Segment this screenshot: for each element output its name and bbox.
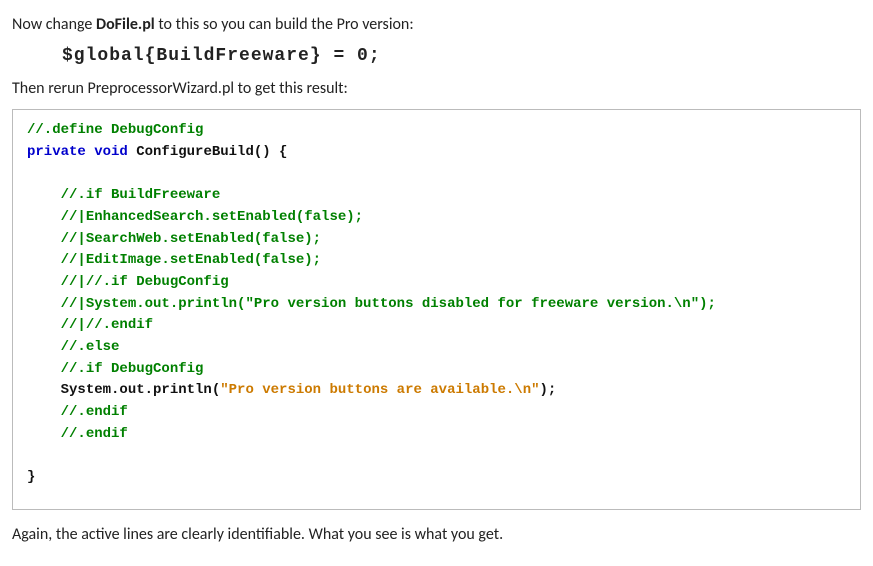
text: Now change — [12, 15, 96, 34]
code-line: //|EnhancedSearch.setEnabled(false); — [61, 209, 363, 225]
code-line: //.define DebugConfig — [27, 122, 203, 138]
filename-bold: DoFile.pl — [96, 15, 155, 34]
code-block: //.define DebugConfig private void Confi… — [12, 109, 861, 510]
code-string-literal: "Pro version buttons are available.\n" — [220, 382, 539, 398]
code-line: //.else — [61, 339, 120, 355]
code-close-brace: } — [27, 469, 35, 485]
function-signature: ConfigureBuild() { — [128, 144, 288, 160]
intro-paragraph-1: Now change DoFile.pl to this so you can … — [12, 14, 861, 36]
closing-paragraph: Again, the active lines are clearly iden… — [12, 524, 861, 546]
code-line: //.if DebugConfig — [61, 361, 204, 377]
code-line: //.endif — [61, 426, 128, 442]
keyword-private: private — [27, 144, 86, 160]
code-line: //.if BuildFreeware — [61, 187, 221, 203]
keyword-void: void — [94, 144, 128, 160]
intro-paragraph-2: Then rerun PreprocessorWizard.pl to get … — [12, 78, 861, 100]
code-line: //|SearchWeb.setEnabled(false); — [61, 231, 321, 247]
code-line: //|EditImage.setEnabled(false); — [61, 252, 321, 268]
code-line: //|//.if DebugConfig — [61, 274, 229, 290]
text: to this so you can build the Pro version… — [155, 15, 414, 34]
code-active-call-pre: System.out.println( — [61, 382, 221, 398]
code-line: //|//.endif — [61, 317, 153, 333]
inline-code-snippet: $global{BuildFreeware} = 0; — [62, 46, 861, 66]
code-active-call-post: ); — [540, 382, 557, 398]
code-line: //|System.out.println("Pro version butto… — [61, 296, 716, 312]
code-line: //.endif — [61, 404, 128, 420]
